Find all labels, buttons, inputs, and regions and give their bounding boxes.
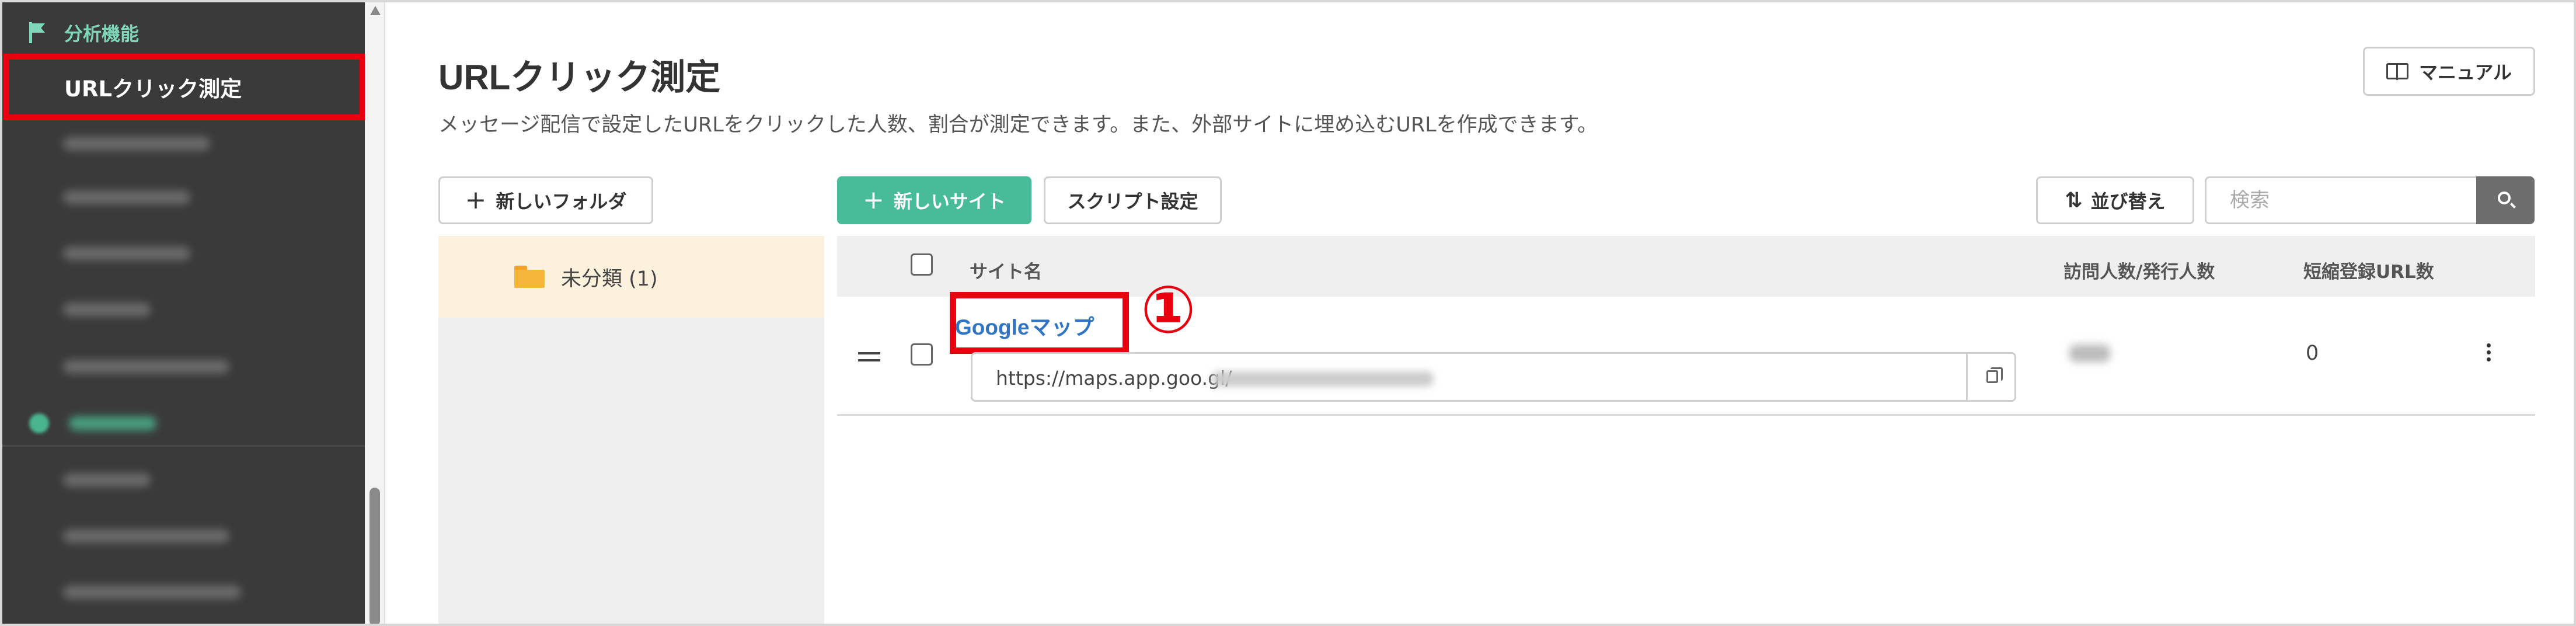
folder-open-icon: [514, 266, 545, 288]
visitor-count-redacted: [2069, 345, 2110, 362]
copy-icon: [1986, 367, 2003, 383]
sidebar-section-blurred: [29, 409, 156, 438]
page-title: URLクリック測定: [438, 58, 721, 97]
book-icon: [2386, 63, 2408, 80]
manual-button-label: マニュアル: [2418, 61, 2512, 84]
step-marker: ①: [1141, 272, 1196, 348]
sort-label: 並び替え: [2090, 190, 2166, 213]
search-icon: [2498, 192, 2511, 204]
script-settings-label: スクリプト設定: [1067, 190, 1198, 213]
sidebar-item-blurred[interactable]: [63, 524, 229, 548]
folder-item-uncategorized[interactable]: 未分類 (1): [438, 236, 824, 318]
url-text: https://maps.app.goo.gl/: [996, 367, 1232, 389]
script-settings-button[interactable]: スクリプト設定: [1044, 176, 1222, 224]
copy-url-button[interactable]: [1966, 354, 2016, 400]
flag-icon: [29, 22, 47, 43]
new-site-label: 新しいサイト: [893, 190, 1006, 213]
sidebar-section-analytics: 分析機能: [29, 15, 139, 50]
column-header-short-urls: 短縮登録URL数: [2303, 262, 2434, 283]
sidebar-section-title: 分析機能: [64, 23, 140, 45]
drag-handle-icon[interactable]: [858, 352, 880, 361]
sort-button[interactable]: ⇅ 並び替え: [2036, 176, 2194, 224]
search-button[interactable]: [2476, 176, 2535, 224]
page-description: メッセージ配信で設定したURLをクリックした人数、割合が測定できます。また、外部…: [438, 113, 1598, 137]
folder-label: 未分類 (1): [561, 267, 658, 291]
new-folder-button[interactable]: + 新しいフォルダ: [438, 176, 653, 224]
plus-icon: +: [863, 185, 884, 215]
highlight-box: [950, 292, 1129, 354]
search-input[interactable]: [2205, 176, 2476, 224]
column-header-site-name: サイト名: [970, 262, 1042, 283]
more-menu-icon[interactable]: [2487, 343, 2491, 367]
sidebar-item-blurred[interactable]: [63, 132, 210, 155]
sidebar-item-blurred[interactable]: [63, 580, 241, 604]
sidebar-divider: [0, 445, 365, 447]
sidebar-scrollbar[interactable]: [365, 0, 385, 626]
sidebar-item-label: URLクリック測定: [64, 76, 242, 102]
select-all-checkbox[interactable]: [911, 253, 933, 276]
new-folder-label: 新しいフォルダ: [496, 190, 627, 213]
scrollbar-thumb[interactable]: [370, 488, 380, 626]
app-root: 分析機能 URLクリック測定 URLクリック測定 メッセージ配信で設定したURL…: [0, 0, 2576, 626]
sidebar-item-blurred[interactable]: [63, 355, 229, 378]
search-box: [2205, 176, 2535, 224]
sidebar: 分析機能 URLクリック測定: [0, 0, 365, 626]
new-site-button[interactable]: + 新しいサイト: [837, 176, 1031, 224]
url-field[interactable]: https://maps.app.goo.gl/: [971, 352, 2016, 402]
plus-icon: +: [465, 185, 487, 215]
sidebar-item-url-click[interactable]: URLクリック測定: [4, 54, 365, 120]
sort-arrows-icon: ⇅: [2065, 188, 2083, 213]
section-icon: [29, 413, 49, 433]
column-header-visitors: 訪問人数/発行人数: [2063, 262, 2215, 283]
folder-panel: 未分類 (1): [438, 236, 824, 626]
scroll-up-arrow-icon[interactable]: [370, 6, 381, 15]
sidebar-item-blurred[interactable]: [63, 186, 190, 209]
sidebar-item-blurred[interactable]: [63, 468, 151, 492]
manual-button[interactable]: マニュアル: [2363, 47, 2535, 96]
sidebar-item-blurred[interactable]: [63, 242, 190, 265]
sidebar-item-blurred[interactable]: [63, 298, 151, 321]
url-redacted: [1212, 371, 1434, 387]
short-url-count: 0: [2306, 342, 2319, 365]
table-header: サイト名 訪問人数/発行人数 短縮登録URL数: [837, 236, 2535, 297]
row-checkbox[interactable]: [911, 343, 933, 366]
